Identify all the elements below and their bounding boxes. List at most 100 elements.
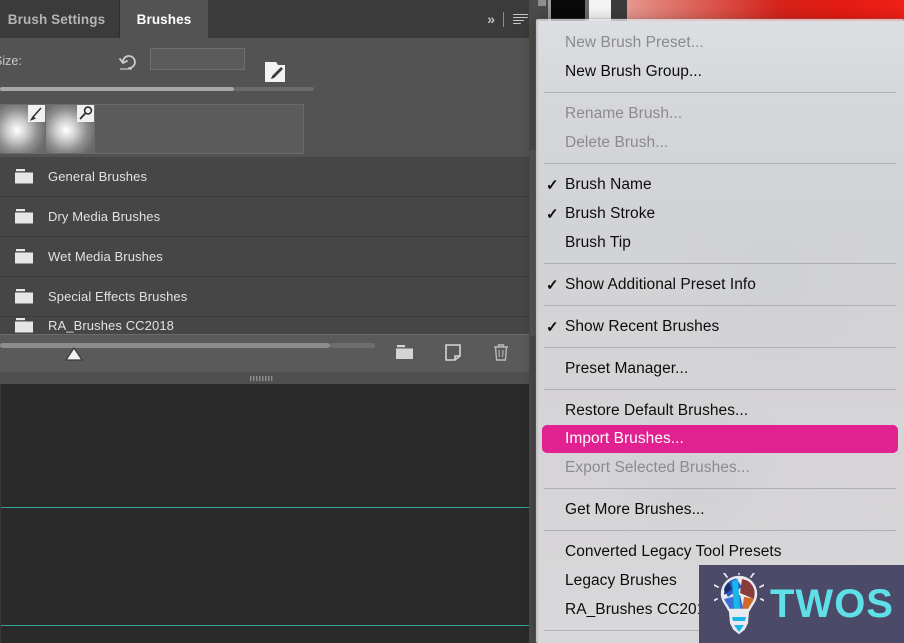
menu-item-new-brush-preset[interactable]: New Brush Preset... [536, 28, 904, 57]
size-slider-track[interactable] [234, 87, 314, 91]
folder-icon [14, 317, 36, 334]
tab-brushes[interactable]: Brushes [120, 0, 208, 38]
reset-arrow-icon[interactable] [118, 52, 140, 72]
menu-item-restore-default-brushes[interactable]: Restore Default Brushes... [536, 396, 904, 425]
menu-item-preset-manager[interactable]: Preset Manager... [536, 354, 904, 383]
chevron-right-icon[interactable]: ▸ [0, 319, 10, 332]
menu-item-converted-legacy-tool-presets[interactable]: Converted Legacy Tool Presets [536, 537, 904, 566]
recent-brush-thumbnail[interactable] [46, 105, 95, 153]
tab-brush-settings[interactable]: Brush Settings [0, 0, 120, 38]
menu-group: ✓ Show Recent Brushes [536, 312, 904, 341]
menu-item-rename-brush[interactable]: Rename Brush... [536, 99, 904, 128]
menu-item-label: Export Selected Brushes... [565, 458, 750, 476]
menu-item-brush-tip[interactable]: Brush Tip [536, 228, 904, 257]
menu-separator [544, 347, 896, 348]
menu-separator [544, 163, 896, 164]
list-item[interactable]: ▸ Dry Media Brushes [0, 197, 529, 237]
menu-item-label: Show Recent Brushes [565, 317, 720, 335]
menu-group: Restore Default Brushes... Import Brushe… [536, 396, 904, 482]
menu-item-label: Brush Name [565, 175, 652, 193]
menu-item-label: Brush Stroke [565, 204, 656, 222]
folder-icon [14, 208, 36, 225]
menu-separator [544, 488, 896, 489]
chevron-double-right-icon[interactable]: » [487, 11, 495, 27]
menu-item-label: Restore Default Brushes... [565, 401, 749, 419]
menu-item-new-brush-group[interactable]: New Brush Group... [536, 57, 904, 86]
menu-item-label: Delete Brush... [565, 133, 669, 151]
brush-list-toolbar [0, 334, 529, 373]
menu-item-show-recent-brushes[interactable]: ✓ Show Recent Brushes [536, 312, 904, 341]
horizontal-scrollbar-track[interactable] [330, 343, 375, 348]
checkmark-icon: ✓ [546, 276, 559, 294]
menu-item-label: Import Brushes... [565, 430, 684, 447]
panel-grip[interactable] [0, 372, 529, 384]
menu-item-label: New Brush Preset... [565, 33, 704, 51]
chevron-right-icon[interactable]: ▸ [0, 170, 10, 183]
menu-item-export-selected-brushes[interactable]: Export Selected Brushes... [536, 453, 904, 482]
swatch [611, 0, 627, 21]
menu-group: New Brush Preset... New Brush Group... [536, 19, 904, 86]
brush-folder-list[interactable]: ▸ General Brushes ▸ Dry Media [0, 157, 529, 334]
menu-item-show-additional-preset-info[interactable]: ✓ Show Additional Preset Info [536, 270, 904, 299]
chevron-right-icon[interactable]: ▸ [0, 290, 10, 303]
checkmark-icon: ✓ [546, 318, 559, 336]
brush-preset-icon[interactable] [264, 60, 286, 84]
menu-item-label: Show Additional Preset Info [565, 275, 756, 293]
list-item-label: RA_Brushes CC2018 [48, 318, 174, 333]
list-item[interactable]: ▸ Special Effects Brushes [0, 277, 529, 317]
folder-icon [14, 168, 36, 185]
list-item-label: Special Effects Brushes [48, 289, 188, 304]
list-item-label: Dry Media Brushes [48, 209, 161, 224]
swatch [589, 0, 611, 21]
guide-line [1, 507, 530, 508]
menu-group: ✓ Brush Name ✓ Brush Stroke Brush Tip [536, 170, 904, 257]
checkmark-icon: ✓ [546, 205, 559, 223]
panel-tab-strip: Brush Settings Brushes » [0, 0, 538, 38]
menu-item-delete-brush[interactable]: Delete Brush... [536, 128, 904, 157]
size-label: Size: [0, 54, 22, 68]
menu-separator [544, 530, 896, 531]
recent-brush-thumbnail[interactable] [0, 105, 46, 153]
toolbar-icon-group [395, 343, 511, 362]
screenshot-root: Brush Settings Brushes » Size: [0, 0, 904, 643]
lightbulb-icon [712, 569, 766, 635]
menu-item-get-more-brushes[interactable]: Get More Brushes... [536, 495, 904, 524]
menu-separator [544, 263, 896, 264]
divider [503, 11, 504, 27]
menu-group: Rename Brush... Delete Brush... [536, 99, 904, 157]
horizontal-scrollbar-thumb[interactable] [0, 343, 330, 348]
folder-icon [14, 248, 36, 265]
menu-item-label: Brush Tip [565, 233, 631, 251]
menu-item-brush-name[interactable]: ✓ Brush Name [536, 170, 904, 199]
resize-handle[interactable] [64, 347, 84, 362]
delete-brush-trash-icon[interactable] [491, 343, 511, 362]
list-item-label: Wet Media Brushes [48, 249, 163, 264]
menu-separator [544, 389, 896, 390]
brushes-panel: Brush Settings Brushes » Size: [0, 0, 538, 643]
menu-item-brush-stroke[interactable]: ✓ Brush Stroke [536, 199, 904, 228]
menu-item-label: Converted Legacy Tool Presets [565, 542, 782, 560]
menu-item-label: New Brush Group... [565, 62, 703, 80]
new-group-folder-icon[interactable] [395, 343, 415, 362]
chevron-right-icon[interactable]: ▸ [0, 210, 10, 223]
menu-item-label: Legacy Brushes [565, 571, 677, 589]
menu-item-label: Get More Brushes... [565, 500, 705, 518]
chevron-right-icon[interactable]: ▸ [0, 250, 10, 263]
swatch [538, 0, 546, 6]
panel-context-menu[interactable]: New Brush Preset... New Brush Group... R… [536, 19, 904, 643]
list-item[interactable]: ▸ Wet Media Brushes [0, 237, 529, 277]
new-brush-icon[interactable] [443, 343, 463, 362]
menu-item-import-brushes[interactable]: Import Brushes... [542, 425, 898, 453]
hamburger-menu-icon[interactable] [513, 13, 528, 25]
size-input[interactable] [150, 48, 245, 70]
recent-brushes-strip [0, 104, 304, 154]
menu-group: ✓ Show Additional Preset Info [536, 270, 904, 299]
brush-stroke-icon [28, 105, 45, 122]
document-canvas-area [0, 384, 530, 643]
list-item[interactable]: ▸ RA_Brushes CC2018 [0, 317, 529, 334]
menu-group: Get More Brushes... [536, 495, 904, 524]
size-slider-filled[interactable] [0, 87, 234, 91]
list-item[interactable]: ▸ General Brushes [0, 157, 529, 197]
twos-watermark: TWOS [699, 565, 904, 643]
guide-line [1, 625, 530, 626]
